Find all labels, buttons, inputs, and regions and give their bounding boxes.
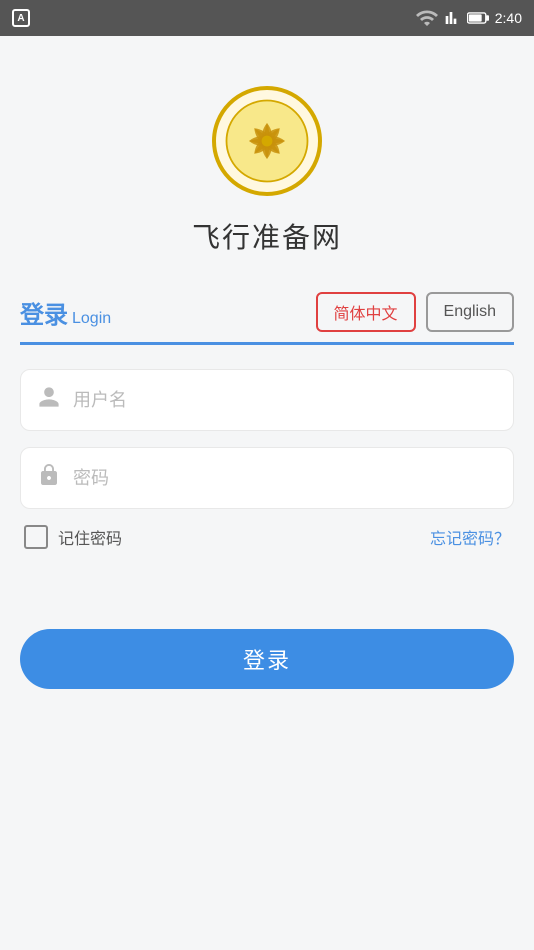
password-input-group [20,447,514,509]
language-buttons: 简体中文 English [316,292,515,332]
lock-svg [37,463,61,487]
logo-section: 飞行准备网 [192,36,342,276]
remember-checkbox[interactable] [24,525,48,549]
status-bar: A 2:40 [0,0,534,36]
tab-login-en: Login [72,310,111,328]
remember-row: 记住密码 忘记密码？ [20,525,514,549]
tabs-header: 登录 Login 简体中文 English [20,292,514,345]
battery-icon [467,11,489,25]
remember-left: 记住密码 [24,525,122,549]
password-input[interactable] [73,468,497,489]
username-input[interactable] [73,390,497,411]
status-bar-right: 2:40 [415,6,522,30]
lang-btn-zh[interactable]: 简体中文 [316,292,416,332]
lock-icon [37,463,61,493]
tabs-section: 登录 Login 简体中文 English [0,292,534,345]
person-icon [37,385,61,415]
app-title: 飞行准备网 [192,216,342,256]
status-time: 2:40 [495,10,522,26]
person-svg [37,385,61,409]
signal-icon [445,10,461,26]
lang-btn-en[interactable]: English [426,292,514,332]
logo-image [222,96,312,186]
app-icon: A [12,9,30,27]
tab-login[interactable]: 登录 Login [20,295,111,330]
form-section: 记住密码 忘记密码？ [0,369,534,549]
tab-login-zh: 登录 [20,295,68,330]
main-content: 飞行准备网 登录 Login 简体中文 English [0,36,534,950]
remember-label: 记住密码 [58,525,122,549]
logo-circle [212,86,322,196]
status-bar-left: A [12,9,30,27]
forgot-link[interactable]: 忘记密码？ [430,525,510,549]
wifi-icon [415,6,439,30]
username-input-group [20,369,514,431]
login-button[interactable]: 登录 [20,629,514,689]
login-btn-wrapper: 登录 [0,629,534,689]
